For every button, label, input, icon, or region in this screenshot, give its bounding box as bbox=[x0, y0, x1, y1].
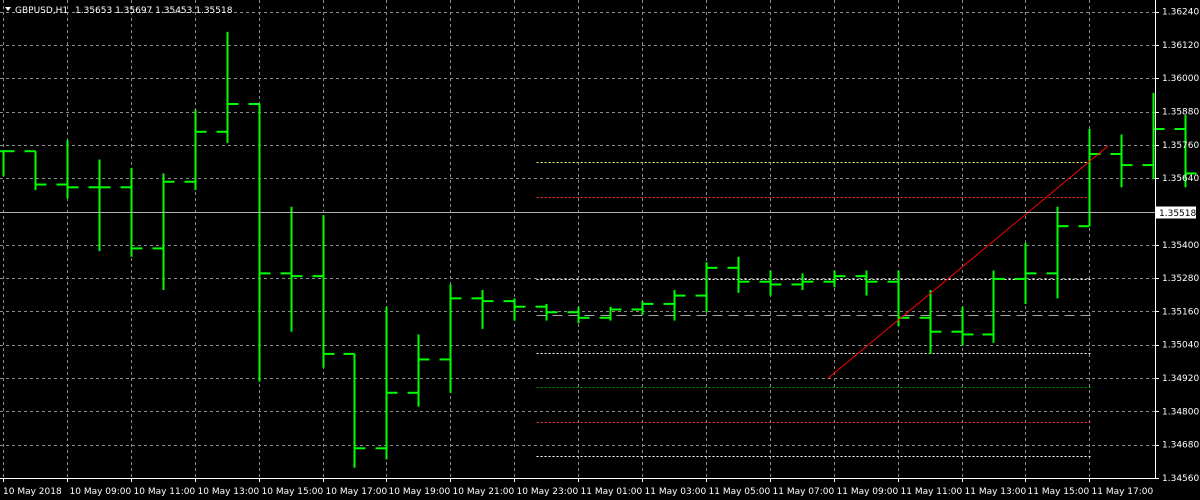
x-tick-label: 10 May 15:00 bbox=[262, 487, 324, 497]
x-tick-label: 11 May 11:00 bbox=[901, 487, 963, 497]
x-tick-label: 10 May 2018 bbox=[3, 487, 62, 497]
x-tick-label: 10 May 17:00 bbox=[326, 487, 388, 497]
y-tick-label: 1.34800 bbox=[1162, 407, 1199, 417]
x-tick-label: 11 May 13:00 bbox=[965, 487, 1027, 497]
x-tick-label: 11 May 03:00 bbox=[645, 487, 707, 497]
x-tick-label: 11 May 01:00 bbox=[581, 487, 643, 497]
y-tick-label: 1.36240 bbox=[1162, 8, 1199, 18]
y-tick-label: 1.34920 bbox=[1162, 374, 1199, 384]
x-tick-label: 11 May 09:00 bbox=[837, 487, 899, 497]
x-tick-label: 10 May 23:00 bbox=[517, 487, 579, 497]
x-tick-label: 11 May 05:00 bbox=[709, 487, 771, 497]
price-chart[interactable]: 1.36240 1.36120 1.36000 1.35880 1.35760 1.356… bbox=[0, 0, 1200, 500]
y-tick-label: 1.35640 bbox=[1162, 174, 1199, 184]
y-tick-label: 1.35160 bbox=[1162, 307, 1199, 317]
chart-header[interactable]: GBPUSD,H1 1.35653 1.35697 1.35453 1.3551… bbox=[5, 6, 233, 16]
chart-background bbox=[0, 0, 1200, 500]
x-tick-label: 10 May 11:00 bbox=[134, 487, 196, 497]
x-tick-label: 11 May 15:00 bbox=[1028, 487, 1090, 497]
y-tick-label: 1.36120 bbox=[1162, 41, 1199, 51]
y-axis: 1.36240 1.36120 1.36000 1.35880 1.35760 1.356… bbox=[1155, 8, 1199, 484]
y-tick-label: 1.35040 bbox=[1162, 341, 1199, 351]
y-tick-label: 1.35280 bbox=[1162, 274, 1199, 284]
ohlc-values: 1.35653 1.35697 1.35453 1.35518 bbox=[75, 6, 233, 16]
current-price-label: 1.35518 bbox=[1159, 209, 1196, 219]
x-tick-label: 11 May 07:00 bbox=[773, 487, 835, 497]
y-tick-label: 1.35880 bbox=[1162, 108, 1199, 118]
x-tick-label: 10 May 19:00 bbox=[389, 487, 451, 497]
x-tick-label: 10 May 21:00 bbox=[453, 487, 515, 497]
y-tick-label: 1.35400 bbox=[1162, 241, 1199, 251]
y-tick-label: 1.35760 bbox=[1162, 141, 1199, 151]
y-tick-label: 1.36000 bbox=[1162, 74, 1199, 84]
y-tick-label: 1.34680 bbox=[1162, 441, 1199, 451]
x-tick-label: 11 May 17:00 bbox=[1092, 487, 1154, 497]
symbol-label: GBPUSD,H1 bbox=[15, 6, 68, 16]
y-tick-label: 1.34560 bbox=[1162, 474, 1199, 484]
x-tick-label: 10 May 13:00 bbox=[198, 487, 260, 497]
x-tick-label: 10 May 09:00 bbox=[70, 487, 132, 497]
